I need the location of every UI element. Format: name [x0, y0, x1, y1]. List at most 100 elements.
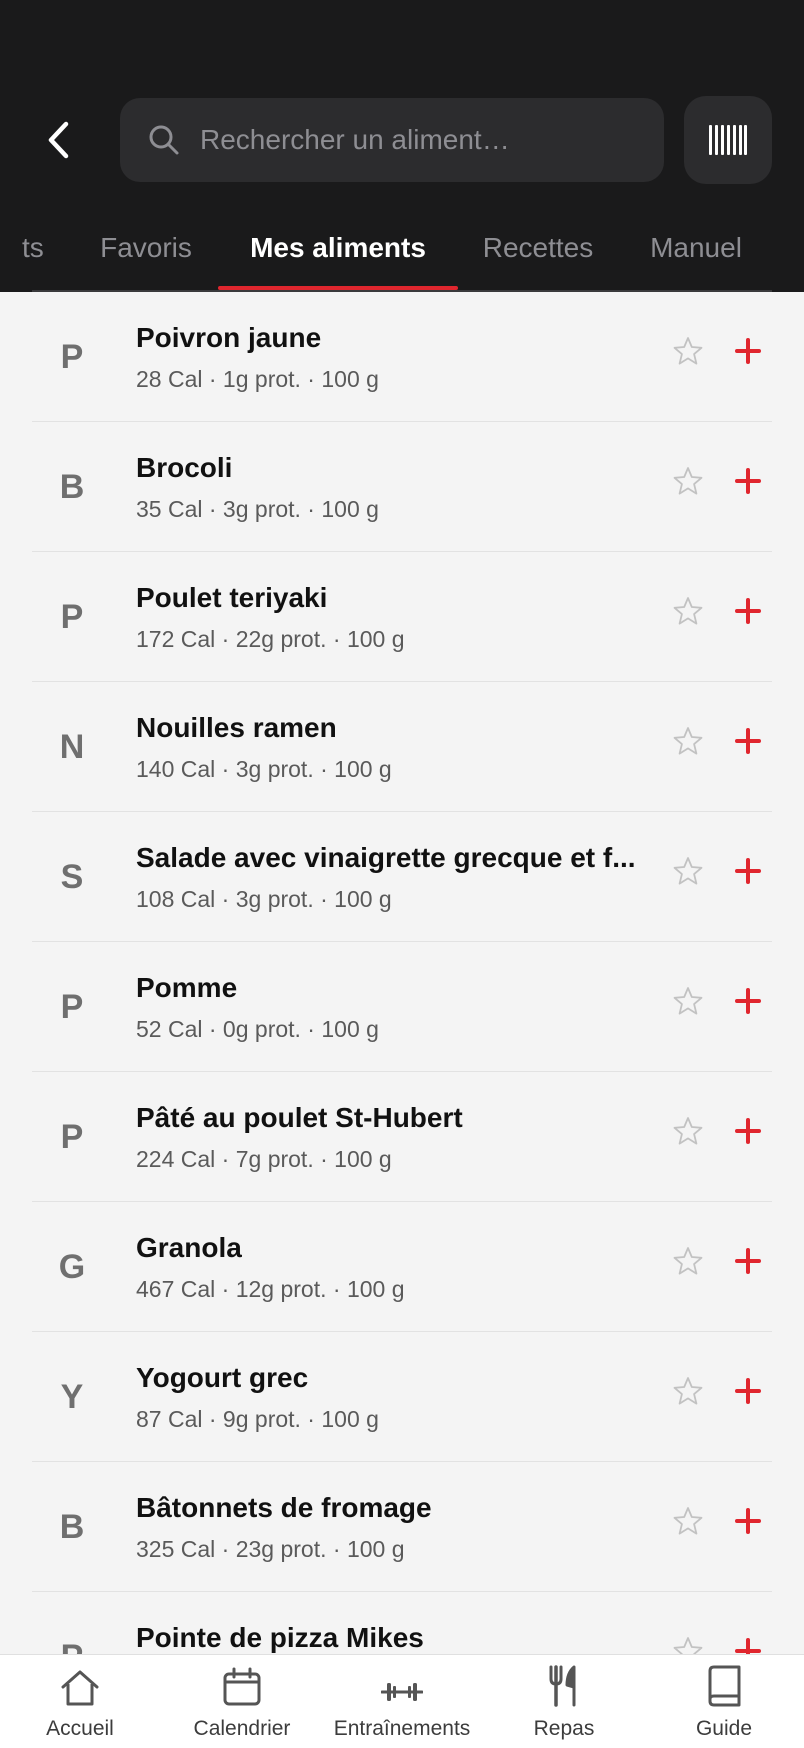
- favorite-button[interactable]: [668, 851, 708, 891]
- nav-entrainements[interactable]: Entraînements: [326, 1655, 478, 1748]
- star-icon: [673, 337, 703, 365]
- food-nutrition: 172 Cal · 22g prot. · 100 g: [136, 626, 405, 652]
- star-icon: [673, 727, 703, 755]
- bottom-navigation: Accueil Calendrier Entraînements Repas G…: [0, 1654, 804, 1748]
- food-initial: G: [58, 1247, 86, 1286]
- favorite-button[interactable]: [668, 721, 708, 761]
- tab-favoris[interactable]: Favoris: [98, 222, 194, 292]
- food-nutrition: 224 Cal · 7g prot. · 100 g: [136, 1146, 392, 1172]
- plus-icon: [735, 1508, 761, 1534]
- food-row[interactable]: G Granola 467 Cal · 12g prot. · 100 g: [32, 1202, 772, 1332]
- food-name: Bâtonnets de fromage: [136, 1492, 432, 1523]
- food-name: Poivron jaune: [136, 322, 322, 353]
- search-input[interactable]: [200, 124, 640, 156]
- food-nutrition: 325 Cal · 23g prot. · 100 g: [136, 1536, 405, 1562]
- food-nutrition: 35 Cal · 3g prot. · 100 g: [136, 496, 379, 522]
- home-icon: [61, 1670, 99, 1706]
- plus-icon: [735, 1638, 761, 1654]
- add-food-button[interactable]: [728, 981, 768, 1021]
- plus-icon: [735, 598, 761, 624]
- nav-calendrier[interactable]: Calendrier: [176, 1655, 308, 1748]
- fork-knife-icon: [549, 1665, 576, 1707]
- food-initial: P: [60, 337, 84, 376]
- star-icon: [673, 857, 703, 885]
- back-button[interactable]: [36, 112, 80, 168]
- food-initial: S: [60, 857, 84, 896]
- add-food-button[interactable]: [728, 721, 768, 761]
- nav-guide[interactable]: Guide: [664, 1655, 784, 1748]
- add-food-button[interactable]: [728, 1631, 768, 1654]
- tab-manuel[interactable]: Manuel: [644, 222, 748, 292]
- food-row[interactable]: N Nouilles ramen 140 Cal · 3g prot. · 10…: [32, 682, 772, 812]
- food-row[interactable]: P Pointe de pizza Mikes: [32, 1592, 772, 1654]
- tab-mes-aliments[interactable]: Mes aliments: [218, 222, 458, 292]
- food-initial: P: [60, 987, 84, 1026]
- plus-icon: [735, 468, 761, 494]
- plus-icon: [735, 988, 761, 1014]
- add-food-button[interactable]: [728, 851, 768, 891]
- add-food-button[interactable]: [728, 331, 768, 371]
- calendar-icon: [223, 1667, 261, 1706]
- favorite-button[interactable]: [668, 591, 708, 631]
- plus-icon: [735, 728, 761, 754]
- tab-partial[interactable]: ts: [22, 222, 62, 292]
- add-food-button[interactable]: [728, 461, 768, 501]
- nav-accueil[interactable]: Accueil: [20, 1655, 140, 1748]
- barcode-scan-button[interactable]: [684, 96, 772, 184]
- food-row[interactable]: P Pâté au poulet St-Hubert 224 Cal · 7g …: [32, 1072, 772, 1202]
- food-row[interactable]: Y Yogourt grec 87 Cal · 9g prot. · 100 g: [32, 1332, 772, 1462]
- star-icon: [673, 597, 703, 625]
- add-food-button[interactable]: [728, 1241, 768, 1281]
- top-bar: ts Favoris Mes aliments Recettes Manuel: [0, 0, 804, 292]
- plus-icon: [735, 1378, 761, 1404]
- food-initial: Y: [60, 1377, 84, 1416]
- add-food-button[interactable]: [728, 1111, 768, 1151]
- food-row[interactable]: B Brocoli 35 Cal · 3g prot. · 100 g: [32, 422, 772, 552]
- star-icon: [673, 987, 703, 1015]
- food-nutrition: 467 Cal · 12g prot. · 100 g: [136, 1276, 405, 1302]
- tab-bar: ts Favoris Mes aliments Recettes Manuel: [0, 222, 804, 292]
- food-nutrition: 108 Cal · 3g prot. · 100 g: [136, 886, 392, 912]
- favorite-button[interactable]: [668, 1241, 708, 1281]
- barcode-icon: [709, 125, 747, 155]
- active-tab-indicator: [218, 286, 458, 290]
- dumbbell-icon: [381, 1683, 423, 1701]
- star-icon: [673, 1377, 703, 1405]
- food-name: Granola: [136, 1232, 242, 1263]
- tab-recettes[interactable]: Recettes: [482, 222, 594, 292]
- favorite-button[interactable]: [668, 331, 708, 371]
- food-list: P Poivron jaune 28 Cal · 1g prot. · 100 …: [0, 292, 804, 1654]
- food-row[interactable]: P Poivron jaune 28 Cal · 1g prot. · 100 …: [32, 292, 772, 422]
- add-food-button[interactable]: [728, 1371, 768, 1411]
- add-food-button[interactable]: [728, 1501, 768, 1541]
- food-row[interactable]: B Bâtonnets de fromage 325 Cal · 23g pro…: [32, 1462, 772, 1592]
- food-name: Yogourt grec: [136, 1362, 309, 1393]
- favorite-button[interactable]: [668, 1631, 708, 1654]
- favorite-button[interactable]: [668, 1111, 708, 1151]
- favorite-button[interactable]: [668, 981, 708, 1021]
- food-name: Pâté au poulet St-Hubert: [136, 1102, 463, 1133]
- book-icon: [708, 1665, 741, 1707]
- food-name: Brocoli: [136, 452, 233, 483]
- star-icon: [673, 467, 703, 495]
- food-name: Pointe de pizza Mikes: [136, 1622, 424, 1653]
- food-name: Pomme: [136, 972, 238, 1003]
- food-initial: P: [32, 1592, 112, 1655]
- plus-icon: [735, 1118, 761, 1144]
- food-row[interactable]: P Poulet teriyaki 172 Cal · 22g prot. · …: [32, 552, 772, 682]
- food-name: Nouilles ramen: [136, 712, 337, 743]
- favorite-button[interactable]: [668, 461, 708, 501]
- food-initial: P: [60, 1117, 84, 1156]
- nav-repas[interactable]: Repas: [504, 1655, 624, 1748]
- favorite-button[interactable]: [668, 1371, 708, 1411]
- nav-label: Guide: [695, 1717, 753, 1740]
- food-row[interactable]: S Salade avec vinaigrette grecque et f..…: [32, 812, 772, 942]
- chevron-left-icon: [48, 121, 69, 159]
- add-food-button[interactable]: [728, 591, 768, 631]
- favorite-button[interactable]: [668, 1501, 708, 1541]
- search-box[interactable]: [120, 98, 664, 182]
- food-name: Poulet teriyaki: [136, 582, 328, 613]
- food-row[interactable]: P Pomme 52 Cal · 0g prot. · 100 g: [32, 942, 772, 1072]
- food-initial: B: [59, 467, 85, 506]
- nav-label: Accueil: [46, 1717, 114, 1740]
